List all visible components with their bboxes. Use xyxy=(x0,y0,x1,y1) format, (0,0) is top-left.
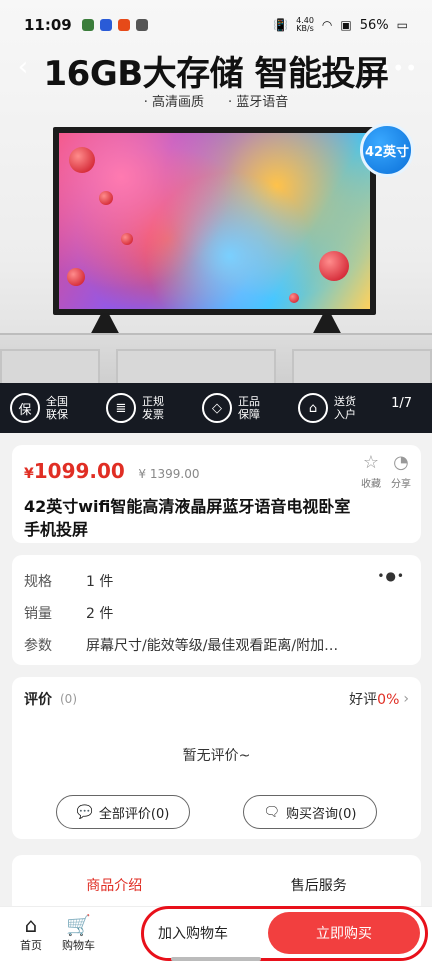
purchase-consult-button[interactable]: 🗨 购买咨询(0) xyxy=(243,795,377,829)
sim-icon: ▣ xyxy=(340,18,352,32)
tv-screen xyxy=(59,133,370,309)
decor-sphere xyxy=(319,251,349,281)
review-header[interactable]: 评价 (0) 好评0% › xyxy=(24,689,409,709)
home-icon: ⌂ xyxy=(24,913,38,937)
bottom-action-bar: ⌂ 首页 🛒 购物车 加入购物车 立即购买 xyxy=(0,906,432,964)
spec-row[interactable]: 参数 屏幕尺寸/能效等级/最佳观看距离/附加… xyxy=(24,629,409,661)
nav-home[interactable]: ⌂ 首页 xyxy=(20,913,42,953)
app-notification-icon xyxy=(81,19,94,31)
favorite-button[interactable]: ☆ 收藏 xyxy=(361,452,381,491)
feature-label: · 蓝牙语音 xyxy=(228,95,289,110)
service-label: 送货 入户 xyxy=(334,395,356,421)
spec-key: 规格 xyxy=(24,574,52,590)
share-icon: ◔ xyxy=(393,452,409,473)
review-card: 评价 (0) 好评0% › 暂无评价~ 💬 全部评价(0) 🗨 购买咨询(0) xyxy=(12,677,421,839)
size-badge: 42英寸 xyxy=(360,123,414,177)
product-title: 42英寸wifi智能高清液晶屏蓝牙语音电视卧室手机投屏 xyxy=(24,497,351,539)
buy-now-button[interactable]: 立即购买 xyxy=(268,912,420,954)
nav-cart[interactable]: 🛒 购物车 xyxy=(62,913,95,953)
status-bar: 11:09 📳 4.40 KB/s ◠ ▣ 56% ▭ xyxy=(0,0,432,50)
back-button[interactable]: ‹ xyxy=(8,52,38,82)
product-image-carousel[interactable]: 11:09 📳 4.40 KB/s ◠ ▣ 56% ▭ 16GB大存储 智能投屏 … xyxy=(0,0,432,433)
review-label: 评价 xyxy=(24,692,52,708)
decor-sphere xyxy=(69,147,95,173)
tab-product-intro[interactable]: 商品介绍 xyxy=(12,875,217,895)
star-icon: ☆ xyxy=(362,452,380,473)
good-rate: 好评0% xyxy=(349,692,400,708)
original-price: ¥ 1399.00 xyxy=(138,467,200,481)
service-item: ◇ 正品 保障 xyxy=(202,393,298,423)
wifi-icon: ◠ xyxy=(321,18,333,32)
network-speed: 4.40 KB/s xyxy=(296,16,314,33)
diamond-icon: ◇ xyxy=(202,393,232,423)
tab-after-sales[interactable]: 售后服务 xyxy=(217,875,422,895)
service-bar: 保 全国 联保 ≣ 正规 发票 ◇ 正品 保障 ⌂ 送货 入户 xyxy=(0,383,432,433)
battery-icon: ▭ xyxy=(396,18,408,32)
no-review-text: 暂无评价~ xyxy=(182,748,251,764)
guarantee-icon: 保 xyxy=(10,393,40,423)
share-button[interactable]: ◔ 分享 xyxy=(391,452,411,491)
status-app-icons xyxy=(81,19,148,31)
service-label: 全国 联保 xyxy=(46,395,68,421)
status-time: 11:09 xyxy=(24,16,72,34)
decor-sphere xyxy=(121,233,133,245)
tv-stand xyxy=(0,333,432,385)
service-label: 正规 发票 xyxy=(142,395,164,421)
spec-value: 屏幕尺寸/能效等级/最佳观看距离/附加… xyxy=(86,638,339,654)
decor-sphere xyxy=(99,191,113,205)
decor-sphere xyxy=(67,268,85,286)
decor-sphere xyxy=(289,293,299,303)
hero-headline: 16GB大存储 智能投屏 xyxy=(43,54,389,94)
more-dots-icon[interactable]: •●• xyxy=(377,569,405,583)
tv-image xyxy=(53,127,376,315)
spec-card[interactable]: 规格 1 件 销量 2 件 参数 屏幕尺寸/能效等级/最佳观看距离/附加… •●… xyxy=(12,555,421,665)
service-item: ⌂ 送货 入户 xyxy=(298,393,394,423)
carousel-page-indicator: 1/7 xyxy=(391,396,412,411)
app-notification-icon xyxy=(99,19,112,31)
spec-value: 1 件 xyxy=(86,574,114,590)
more-menu-icon[interactable]: ••• xyxy=(380,56,418,80)
feature-label: · 高清画质 xyxy=(143,95,204,110)
spec-value: 2 件 xyxy=(86,606,114,622)
hero-features: · 高清画质 · 蓝牙语音 xyxy=(0,91,432,110)
shelf-slot xyxy=(292,349,432,385)
shelf-slot xyxy=(116,349,276,385)
service-item: 保 全国 联保 xyxy=(10,393,106,423)
invoice-icon: ≣ xyxy=(106,393,136,423)
chevron-right-icon: › xyxy=(403,691,409,707)
vibrate-icon: 📳 xyxy=(273,18,289,32)
spec-row: 销量 2 件 xyxy=(24,597,409,629)
spec-key: 销量 xyxy=(24,606,52,622)
service-label: 正品 保障 xyxy=(238,395,260,421)
cart-icon: 🛒 xyxy=(66,913,91,937)
review-count: (0) xyxy=(60,692,77,706)
current-price: ¥1099.00 xyxy=(24,459,125,483)
spec-key: 参数 xyxy=(24,638,52,654)
chat-bubble-icon: 💬 xyxy=(76,804,93,820)
chat-bubbles-icon: 🗨 xyxy=(263,804,281,820)
home-delivery-icon: ⌂ xyxy=(298,393,328,423)
shelf-slot xyxy=(0,349,100,385)
app-notification-icon xyxy=(135,19,148,31)
spec-row[interactable]: 规格 1 件 xyxy=(24,565,409,597)
product-info-card: ¥1099.00 ¥ 1399.00 42英寸wifi智能高清液晶屏蓝牙语音电视… xyxy=(12,445,421,543)
battery-level: 56% xyxy=(359,17,389,33)
app-notification-icon xyxy=(117,19,130,31)
gesture-home-indicator xyxy=(171,957,261,961)
all-reviews-button[interactable]: 💬 全部评价(0) xyxy=(56,795,190,829)
service-item: ≣ 正规 发票 xyxy=(106,393,202,423)
add-to-cart-button[interactable]: 加入购物车 xyxy=(140,909,280,957)
